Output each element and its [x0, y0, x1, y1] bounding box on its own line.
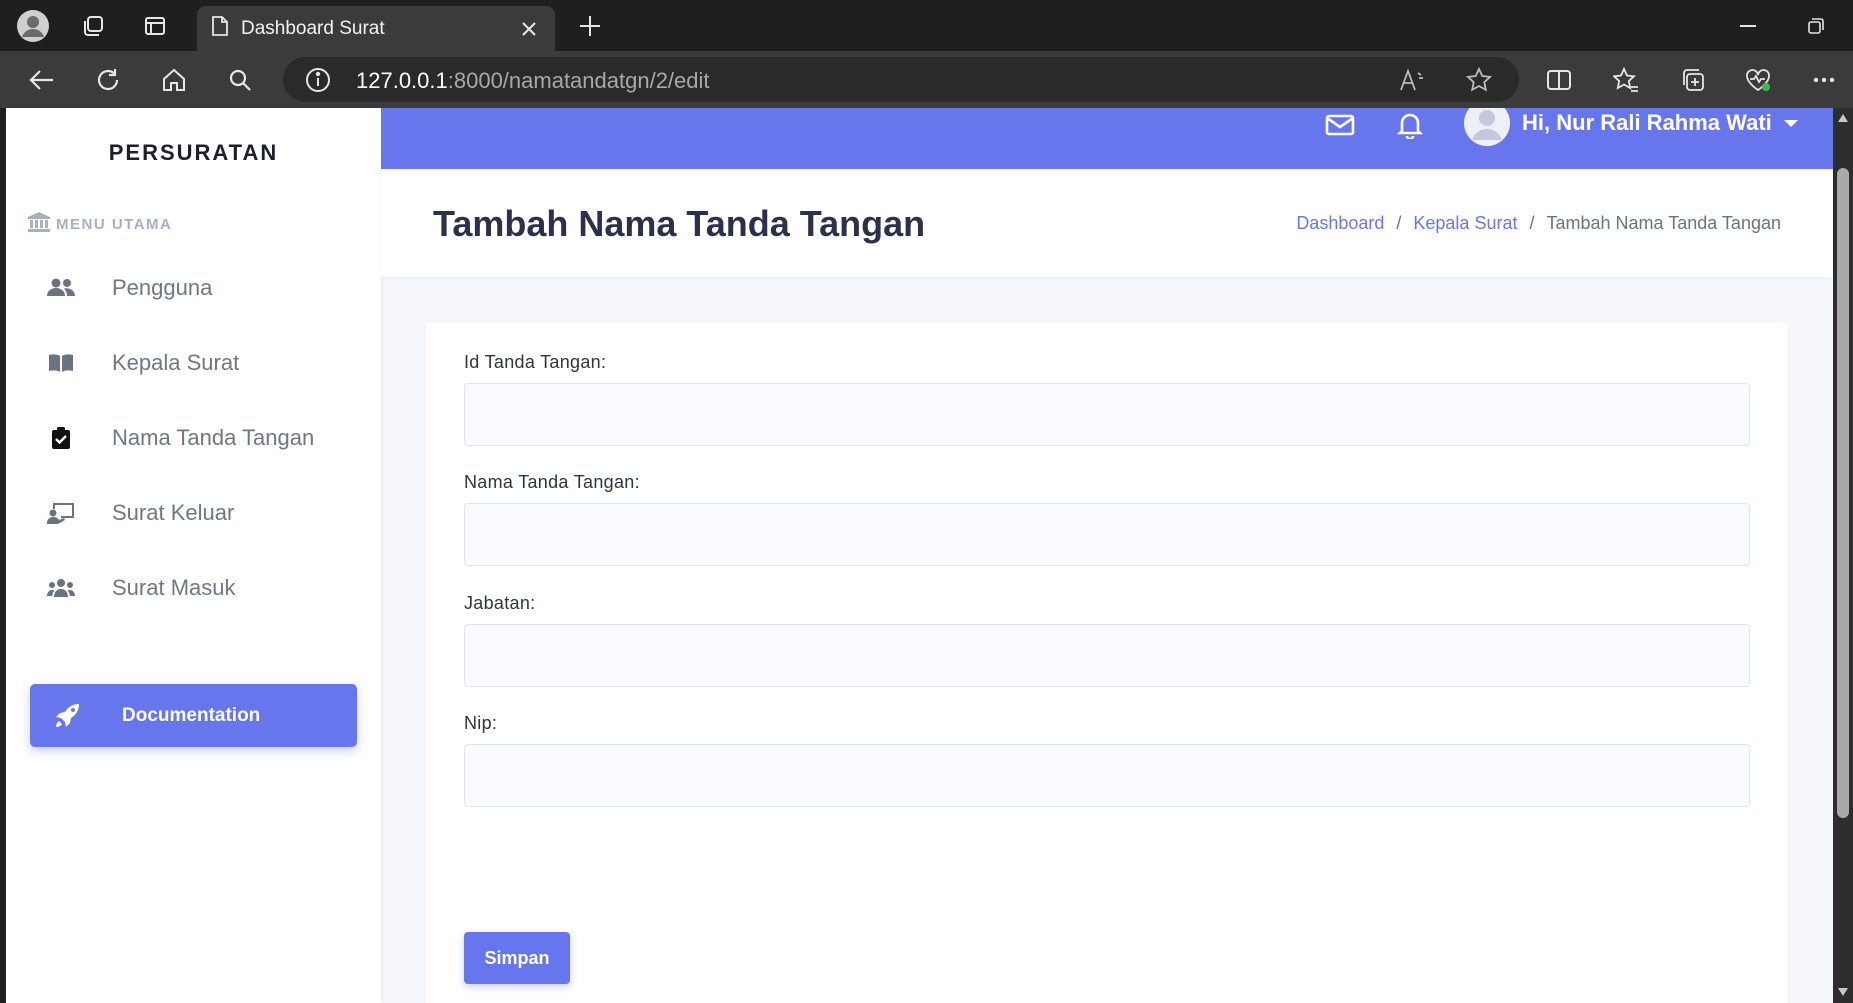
- favorite-star-icon[interactable]: [1464, 65, 1494, 95]
- browser-essentials-icon[interactable]: [1738, 60, 1778, 100]
- breadcrumb-kepala-surat[interactable]: Kepala Surat: [1413, 213, 1517, 234]
- sidebar-item-label: Surat Keluar: [112, 500, 235, 525]
- nama-tanda-tangan-label: Nama Tanda Tangan:: [464, 472, 640, 492]
- site-info-icon[interactable]: [305, 67, 331, 93]
- scroll-up-icon[interactable]: [1837, 112, 1849, 124]
- documentation-label: Documentation: [122, 704, 261, 726]
- favorites-icon[interactable]: [1606, 60, 1646, 100]
- rocket-icon: [52, 703, 82, 729]
- sidebar-item-kepala-surat[interactable]: Kepala Surat: [46, 338, 366, 388]
- avatar: [1464, 108, 1510, 146]
- scrollbar-thumb[interactable]: [1837, 168, 1849, 818]
- breadcrumb-separator: /: [1396, 213, 1402, 233]
- read-aloud-icon[interactable]: [1397, 65, 1427, 95]
- back-icon[interactable]: [22, 60, 62, 100]
- url-host: 127.0.0.1: [356, 68, 448, 93]
- breadcrumb: Dashboard / Kepala Surat / Tambah Nama T…: [1296, 213, 1781, 234]
- more-options-icon[interactable]: [1804, 60, 1844, 100]
- reload-icon[interactable]: [88, 60, 128, 100]
- sidebar-item-surat-keluar[interactable]: Surat Keluar: [46, 488, 366, 538]
- scroll-down-icon[interactable]: [1837, 986, 1849, 998]
- chalkboard-user-icon: [46, 502, 76, 524]
- nama-tanda-tangan-field[interactable]: [464, 503, 1750, 566]
- workspaces-icon[interactable]: [75, 8, 111, 44]
- sidebar-item-label: Pengguna: [112, 275, 213, 300]
- restore-icon[interactable]: [1791, 8, 1841, 44]
- browser-toolbar: 127.0.0.1:8000/namatandatgn/2/edit: [0, 51, 1853, 108]
- tab-title: Dashboard Surat: [241, 17, 385, 39]
- tab-actions-icon[interactable]: [137, 8, 173, 44]
- jabatan-field[interactable]: [464, 624, 1750, 687]
- page-title: Tambah Nama Tanda Tangan: [433, 203, 926, 244]
- sidebar: PERSURATAN MENU UTAMA Pengguna Kepala Su…: [6, 108, 381, 1003]
- new-tab-icon[interactable]: [572, 8, 608, 44]
- bank-icon: [28, 212, 50, 236]
- page-viewport: PERSURATAN MENU UTAMA Pengguna Kepala Su…: [6, 108, 1833, 1003]
- collections-icon[interactable]: [1673, 60, 1713, 100]
- breadcrumb-separator: /: [1529, 213, 1535, 233]
- home-icon[interactable]: [154, 60, 194, 100]
- form-card: Id Tanda Tangan: Nama Tanda Tangan: Jaba…: [426, 322, 1788, 1003]
- url-path: :8000/namatandatgn/2/edit: [447, 68, 710, 93]
- breadcrumb-current: Tambah Nama Tanda Tangan: [1546, 213, 1781, 233]
- menu-heading: MENU UTAMA: [28, 212, 172, 236]
- user-greeting: Hi, Nur Rali Rahma Wati: [1522, 110, 1772, 135]
- breadcrumb-dashboard[interactable]: Dashboard: [1296, 213, 1384, 234]
- split-screen-icon[interactable]: [1539, 60, 1579, 100]
- sidebar-item-nama-tanda-tangan[interactable]: Nama Tanda Tangan: [46, 413, 366, 463]
- clipboard-check-icon: [46, 427, 76, 449]
- sidebar-item-surat-masuk[interactable]: Surat Masuk: [46, 563, 366, 613]
- nip-label: Nip:: [464, 713, 498, 733]
- id-tanda-tangan-label: Id Tanda Tangan:: [464, 352, 607, 372]
- nip-field[interactable]: [464, 744, 1750, 807]
- caret-down-icon: [1783, 119, 1798, 127]
- close-tab-icon[interactable]: [517, 17, 541, 41]
- jabatan-label: Jabatan:: [464, 593, 536, 613]
- minimize-icon[interactable]: [1723, 8, 1773, 44]
- active-tab[interactable]: Dashboard Surat: [197, 6, 555, 51]
- brand-title[interactable]: PERSURATAN: [6, 140, 381, 166]
- page-scrollbar[interactable]: [1833, 108, 1853, 1003]
- profile-icon[interactable]: [15, 8, 51, 44]
- id-tanda-tangan-field[interactable]: [464, 383, 1750, 446]
- user-menu[interactable]: Hi, Nur Rali Rahma Wati: [1464, 108, 1798, 148]
- bell-icon[interactable]: [1392, 108, 1428, 142]
- page-header: Tambah Nama Tanda Tangan Dashboard / Kep…: [381, 169, 1833, 277]
- browser-tab-bar: Dashboard Surat: [0, 0, 1853, 51]
- sidebar-item-label: Kepala Surat: [112, 350, 240, 375]
- users-icon: [46, 278, 76, 298]
- book-icon: [46, 353, 76, 373]
- sidebar-item-label: Nama Tanda Tangan: [112, 425, 315, 450]
- documentation-button[interactable]: Documentation: [30, 684, 357, 747]
- sidebar-item-pengguna[interactable]: Pengguna: [46, 263, 366, 313]
- users-group-icon: [46, 578, 76, 598]
- search-icon[interactable]: [220, 60, 260, 100]
- top-navbar: Hi, Nur Rali Rahma Wati: [381, 108, 1833, 169]
- save-button[interactable]: Simpan: [464, 932, 570, 984]
- page-icon: [211, 15, 229, 42]
- sidebar-item-label: Surat Masuk: [112, 575, 236, 600]
- url-text: 127.0.0.1:8000/namatandatgn/2/edit: [356, 68, 710, 94]
- menu-heading-label: MENU UTAMA: [56, 215, 173, 233]
- address-bar[interactable]: 127.0.0.1:8000/namatandatgn/2/edit: [283, 57, 1519, 102]
- mail-icon[interactable]: [1322, 108, 1358, 142]
